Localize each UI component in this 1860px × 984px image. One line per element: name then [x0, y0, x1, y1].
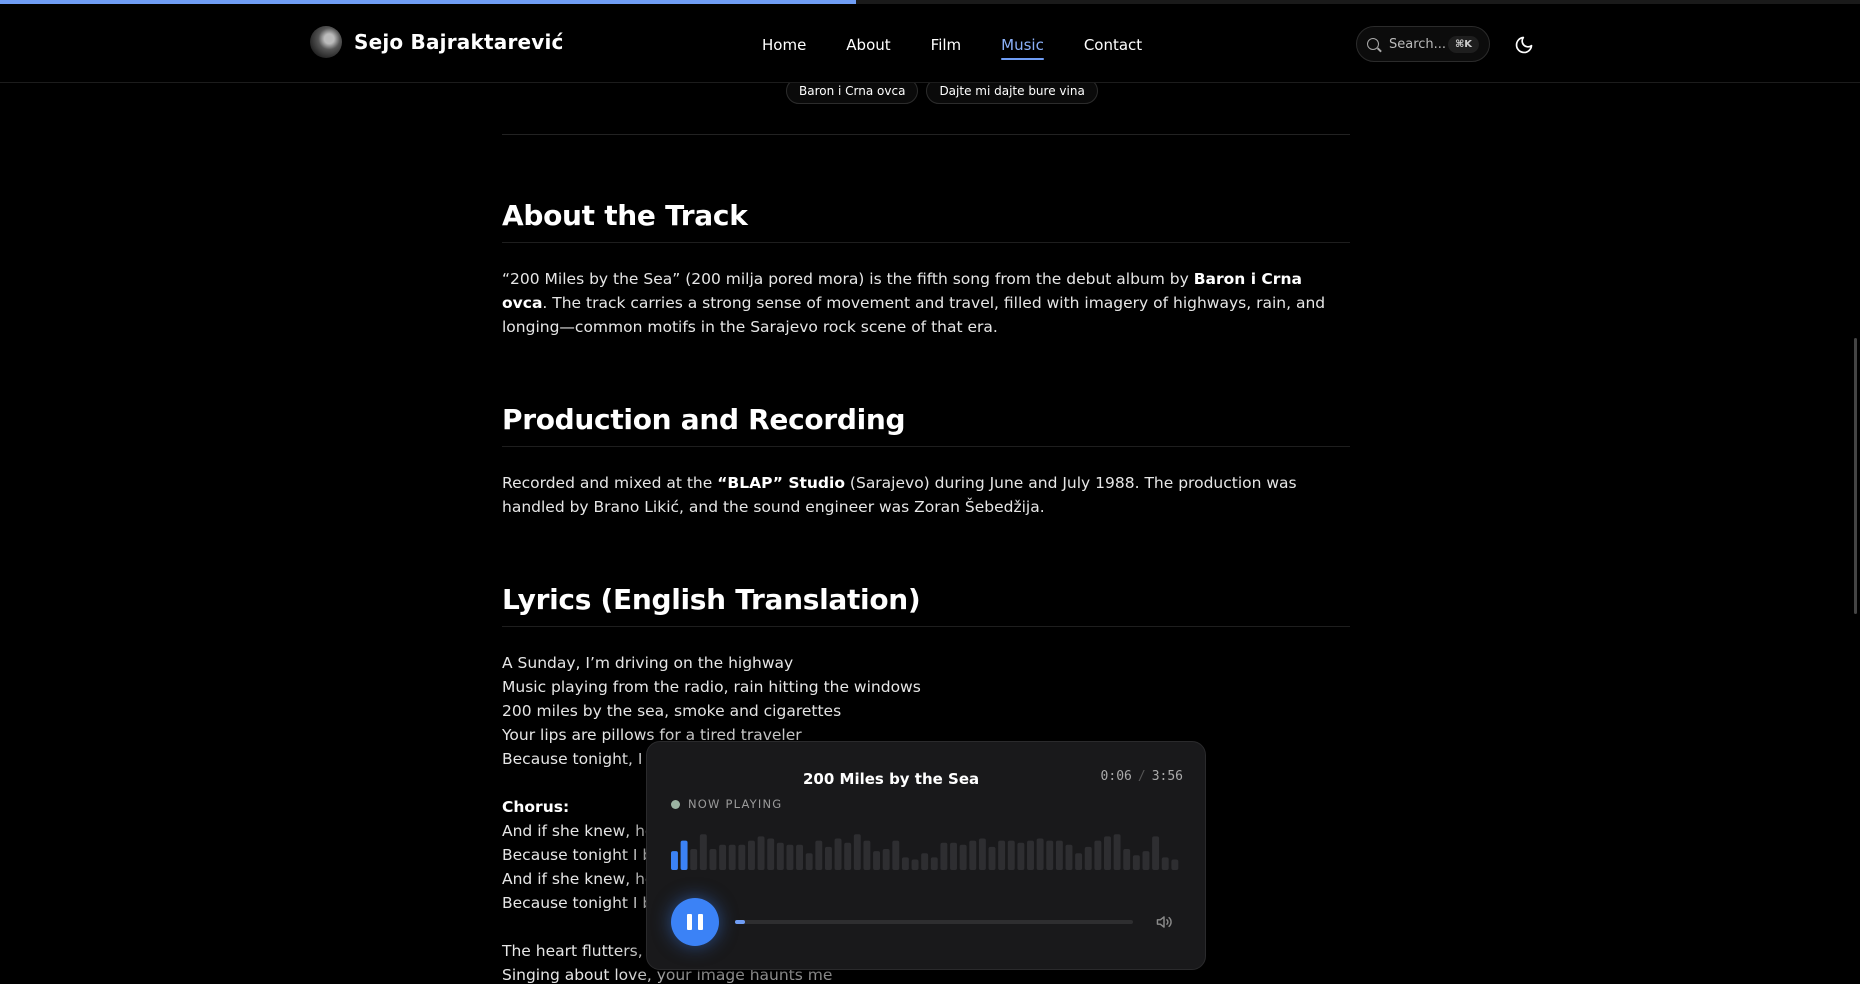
waveform-bar [709, 849, 717, 870]
waveform-bar [892, 840, 900, 870]
seek-bar-fill [735, 920, 745, 924]
waveform-bar [1161, 857, 1169, 870]
waveform-bar [1152, 836, 1160, 870]
pause-icon [687, 914, 692, 930]
waveform-bar [921, 853, 929, 870]
nav-home[interactable]: Home [762, 36, 806, 60]
now-playing-status: NOW PLAYING [671, 797, 782, 811]
avatar [310, 26, 342, 58]
waveform-bar [1007, 840, 1015, 870]
search-icon [1367, 38, 1379, 50]
nav-film[interactable]: Film [931, 36, 961, 60]
waveform-bar [1065, 844, 1073, 870]
volume-icon[interactable] [1155, 914, 1173, 930]
brand[interactable]: Sejo Bajraktarević [310, 26, 564, 58]
reading-progress-bar [0, 0, 1860, 4]
waveform-bar [786, 844, 794, 870]
waveform-bar [853, 834, 861, 870]
pause-icon [698, 914, 703, 930]
now-playing-label: NOW PLAYING [688, 797, 783, 811]
waveform-bar [1104, 836, 1111, 870]
section-title-lyrics: Lyrics (English Translation) [502, 583, 1350, 627]
time-separator: / [1137, 769, 1146, 784]
waveform-bar [824, 846, 832, 870]
lyric-line: Music playing from the radio, rain hitti… [502, 678, 921, 696]
section-production: Production and Recording Recorded and mi… [502, 403, 1350, 519]
production-paragraph: Recorded and mixed at the “BLAP” Studio … [502, 474, 1297, 516]
waveform-bar [959, 844, 967, 870]
waveform-bar [863, 840, 871, 870]
waveform-bar [1027, 840, 1034, 870]
waveform-bar [719, 844, 727, 870]
waveform-bar [1113, 834, 1121, 870]
about-paragraph: “200 Miles by the Sea” (200 milja pored … [502, 270, 1326, 336]
waveform-bar [1123, 849, 1131, 870]
player-time: 0:06 / 3:56 [1101, 769, 1183, 784]
pause-button[interactable] [671, 898, 719, 946]
current-time: 0:06 [1100, 769, 1132, 784]
waveform-bar [805, 853, 813, 870]
site-header: Sejo Bajraktarević Home About Film Music… [0, 4, 1860, 83]
waveform-bar [1171, 859, 1179, 870]
brand-name: Sejo Bajraktarević [354, 30, 564, 54]
search-button[interactable]: Search... ⌘K [1356, 26, 1490, 62]
waveform-bar [757, 836, 765, 870]
status-dot [671, 799, 680, 809]
waveform-bar [767, 838, 775, 870]
nav-music[interactable]: Music [1001, 36, 1044, 60]
waveform-bar [950, 842, 957, 870]
waveform-bar [1036, 838, 1044, 870]
waveform-bar [1046, 840, 1054, 870]
lyric-line: 200 miles by the sea, smoke and cigarett… [502, 702, 842, 720]
waveform-bar [1017, 842, 1025, 870]
section-title-about: About the Track [502, 199, 1350, 243]
lyric-line: A Sunday, I’m driving on the highway [502, 654, 794, 672]
search-shortcut-badge: ⌘K [1447, 35, 1479, 53]
waveform-bar [834, 838, 842, 870]
waveform-bar [699, 834, 707, 870]
waveform-bar [671, 851, 678, 870]
waveform-bar [844, 842, 852, 870]
waveform-bar [882, 849, 890, 870]
waveform-bar [690, 849, 698, 870]
waveform-bar [1142, 851, 1150, 870]
waveform-bar [1132, 855, 1140, 870]
waveform-bar [1075, 853, 1083, 870]
reading-progress-fill [0, 0, 856, 4]
audio-player: 200 Miles by the Sea 0:06 / 3:56 NOW PLAYI… [646, 741, 1206, 970]
page-scrollbar[interactable] [1854, 338, 1857, 614]
waveform-bar [1084, 846, 1092, 870]
player-track-title: 200 Miles by the Sea [803, 770, 980, 788]
waveform[interactable] [671, 828, 1181, 870]
main-nav: Home About Film Music Contact [762, 36, 1182, 60]
moon-icon[interactable] [1514, 35, 1534, 55]
waveform-bar [998, 840, 1006, 870]
section-title-production: Production and Recording [502, 403, 1350, 447]
waveform-bar [776, 842, 784, 870]
waveform-bar [728, 844, 736, 870]
nav-contact[interactable]: Contact [1084, 36, 1142, 60]
seek-bar[interactable] [735, 920, 1133, 924]
waveform-bar [1094, 840, 1102, 870]
nav-about[interactable]: About [846, 36, 890, 60]
waveform-bar [796, 844, 804, 870]
waveform-bar [911, 859, 919, 870]
section-about-track: About the Track “200 Miles by the Sea” (… [502, 199, 1350, 339]
waveform-bar [815, 840, 823, 870]
waveform-bar [1055, 840, 1063, 870]
waveform-bar [930, 857, 938, 870]
duration: 3:56 [1151, 769, 1183, 784]
waveform-bar [940, 842, 948, 870]
waveform-bar [680, 840, 688, 870]
waveform-bar [901, 857, 909, 870]
waveform-bar [969, 840, 977, 870]
search-placeholder: Search... [1389, 36, 1447, 52]
waveform-bar [978, 838, 986, 870]
waveform-bar [873, 851, 881, 870]
waveform-bar [738, 844, 746, 870]
divider [502, 134, 1350, 135]
waveform-bar [747, 840, 755, 870]
waveform-bar [988, 846, 996, 870]
